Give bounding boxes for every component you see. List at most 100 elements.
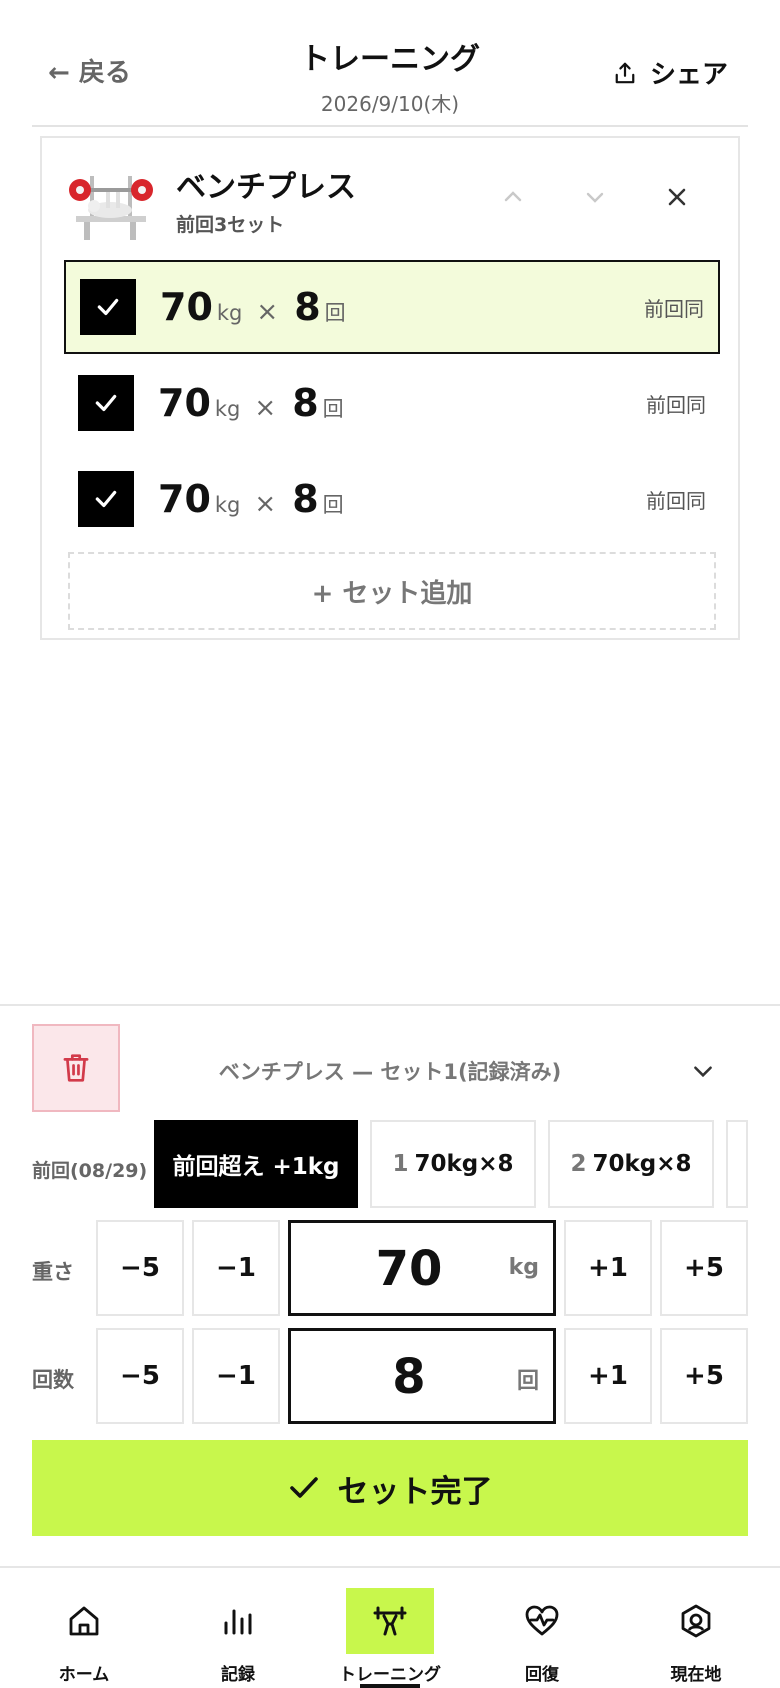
set-value: 70 kg × 8 回	[158, 381, 354, 425]
reps-label: 回数	[32, 1368, 74, 1392]
set-checkbox[interactable]	[78, 471, 134, 527]
add-set-button[interactable]: + セット追加	[68, 552, 716, 630]
chip-label: 70kg×8	[592, 1151, 692, 1177]
reps-plus-1-button[interactable]: +1	[564, 1328, 652, 1424]
times-sign: ×	[254, 489, 277, 519]
previous-set-chip-1[interactable]: 1 70kg×8	[370, 1120, 536, 1208]
weight-value-field[interactable]: 70 kg	[288, 1220, 556, 1316]
bench-press-icon	[62, 152, 158, 248]
bottom-nav: ホーム 記録 トレーニング 回復 現在地	[0, 1566, 780, 1688]
nav-icon-wrap	[194, 1588, 282, 1654]
set-reps-unit: 回	[322, 493, 344, 517]
nav-label: トレーニング	[339, 1665, 441, 1685]
set-compare: 前回同	[646, 392, 706, 417]
check-icon	[95, 394, 117, 412]
add-set-label: + セット追加	[311, 578, 473, 609]
set-reps: 8	[294, 285, 321, 329]
bar-chart-icon	[224, 1609, 252, 1635]
set-weight-unit: kg	[216, 301, 243, 325]
nav-icon-wrap	[498, 1588, 586, 1654]
set-checkbox[interactable]	[78, 375, 134, 431]
check-icon	[95, 490, 117, 508]
set-reps-unit: 回	[322, 397, 344, 421]
app-header: ← 戻る トレーニング 2026/9/10(木) シェア	[32, 0, 748, 127]
set-weight-unit: kg	[214, 397, 241, 421]
set-compare: 前回同	[646, 488, 706, 513]
reps-plus-5-button[interactable]: +5	[660, 1328, 748, 1424]
nav-item-records[interactable]: 記録	[178, 1568, 298, 1688]
set-weight: 70	[160, 285, 213, 329]
chip-label: 前回超え +1kg	[172, 1154, 340, 1180]
trash-icon	[63, 1054, 89, 1082]
close-icon	[668, 188, 686, 206]
chevron-up-icon	[504, 191, 522, 202]
set-weight: 70	[158, 477, 211, 521]
location-icon	[681, 1604, 711, 1638]
nav-label: 現在地	[670, 1665, 722, 1685]
nav-icon-wrap	[40, 1588, 128, 1654]
home-icon	[69, 1606, 99, 1636]
weight-label: 重さ	[32, 1260, 74, 1284]
share-label: シェア	[649, 60, 728, 90]
reps-minus-5-button[interactable]: −5	[96, 1328, 184, 1424]
weight-minus-5-button[interactable]: −5	[96, 1220, 184, 1316]
reps-value-field[interactable]: 8 回	[288, 1328, 556, 1424]
suggestion-chip-plus-1kg[interactable]: 前回超え +1kg	[154, 1120, 358, 1208]
share-icon	[615, 62, 635, 83]
heart-pulse-icon	[525, 1605, 559, 1636]
complete-set-button[interactable]: セット完了	[32, 1440, 748, 1536]
nav-item-recovery[interactable]: 回復	[482, 1568, 602, 1688]
previous-label: 前回(08/29)	[32, 1160, 148, 1182]
set-row-3[interactable]: 70 kg × 8 回 前回同	[64, 452, 720, 546]
chevron-down-icon	[586, 192, 604, 203]
set-row-1[interactable]: 70 kg × 8 回 前回同	[64, 260, 720, 354]
chip-index: 1	[392, 1151, 409, 1177]
previous-set-chip-3[interactable]	[726, 1120, 748, 1208]
times-sign: ×	[256, 297, 279, 327]
delete-set-button[interactable]	[32, 1024, 120, 1112]
set-checkbox[interactable]	[80, 279, 136, 335]
session-date: 2026/9/10(木)	[320, 92, 460, 116]
set-weight: 70	[158, 381, 211, 425]
previous-summary: 前回3セット	[176, 214, 285, 236]
set-row-2[interactable]: 70 kg × 8 回 前回同	[64, 356, 720, 450]
set-reps-unit: 回	[324, 301, 346, 325]
times-sign: ×	[254, 393, 277, 423]
reps-value: 8	[392, 1349, 426, 1405]
nav-label: 回復	[525, 1665, 559, 1685]
set-weight-unit: kg	[214, 493, 241, 517]
move-up-button[interactable]	[498, 182, 528, 212]
nav-icon-wrap	[346, 1588, 434, 1654]
reps-unit: 回	[516, 1369, 539, 1394]
reps-minus-1-button[interactable]: −1	[192, 1328, 280, 1424]
chip-index: 2	[570, 1151, 587, 1177]
weight-value: 70	[375, 1241, 443, 1297]
editor-title: ベンチプレス — セット1(記録済み)	[218, 1060, 562, 1084]
nav-label: 記録	[221, 1665, 255, 1685]
nav-item-location[interactable]: 現在地	[636, 1568, 756, 1688]
nav-label: ホーム	[58, 1665, 110, 1685]
remove-exercise-button[interactable]	[662, 182, 692, 212]
nav-item-home[interactable]: ホーム	[24, 1568, 144, 1688]
back-button[interactable]: ← 戻る	[48, 52, 131, 89]
move-down-button[interactable]	[580, 182, 610, 212]
back-label: ← 戻る	[48, 58, 131, 88]
active-indicator	[360, 1684, 420, 1688]
nav-icon-wrap	[652, 1588, 740, 1654]
complete-set-label: セット完了	[337, 1473, 493, 1510]
set-reps: 8	[292, 477, 319, 521]
nav-item-training[interactable]: トレーニング	[330, 1568, 450, 1688]
chip-label: 70kg×8	[414, 1151, 514, 1177]
weight-plus-1-button[interactable]: +1	[564, 1220, 652, 1316]
weight-plus-5-button[interactable]: +5	[660, 1220, 748, 1316]
set-value: 70 kg × 8 回	[158, 477, 354, 521]
set-reps: 8	[292, 381, 319, 425]
chevron-down-icon[interactable]	[690, 1058, 716, 1084]
weight-unit: kg	[508, 1255, 539, 1280]
previous-set-chip-2[interactable]: 2 70kg×8	[548, 1120, 714, 1208]
exercise-name: ベンチプレス	[176, 170, 356, 205]
weight-minus-1-button[interactable]: −1	[192, 1220, 280, 1316]
share-button[interactable]: シェア	[614, 54, 728, 91]
exercise-card: ベンチプレス 前回3セット 70 kg × 8 回 前回同 70 kg × 8	[40, 136, 740, 640]
set-editor-panel: ベンチプレス — セット1(記録済み) 前回(08/29) 前回超え +1kg …	[0, 1004, 780, 1566]
